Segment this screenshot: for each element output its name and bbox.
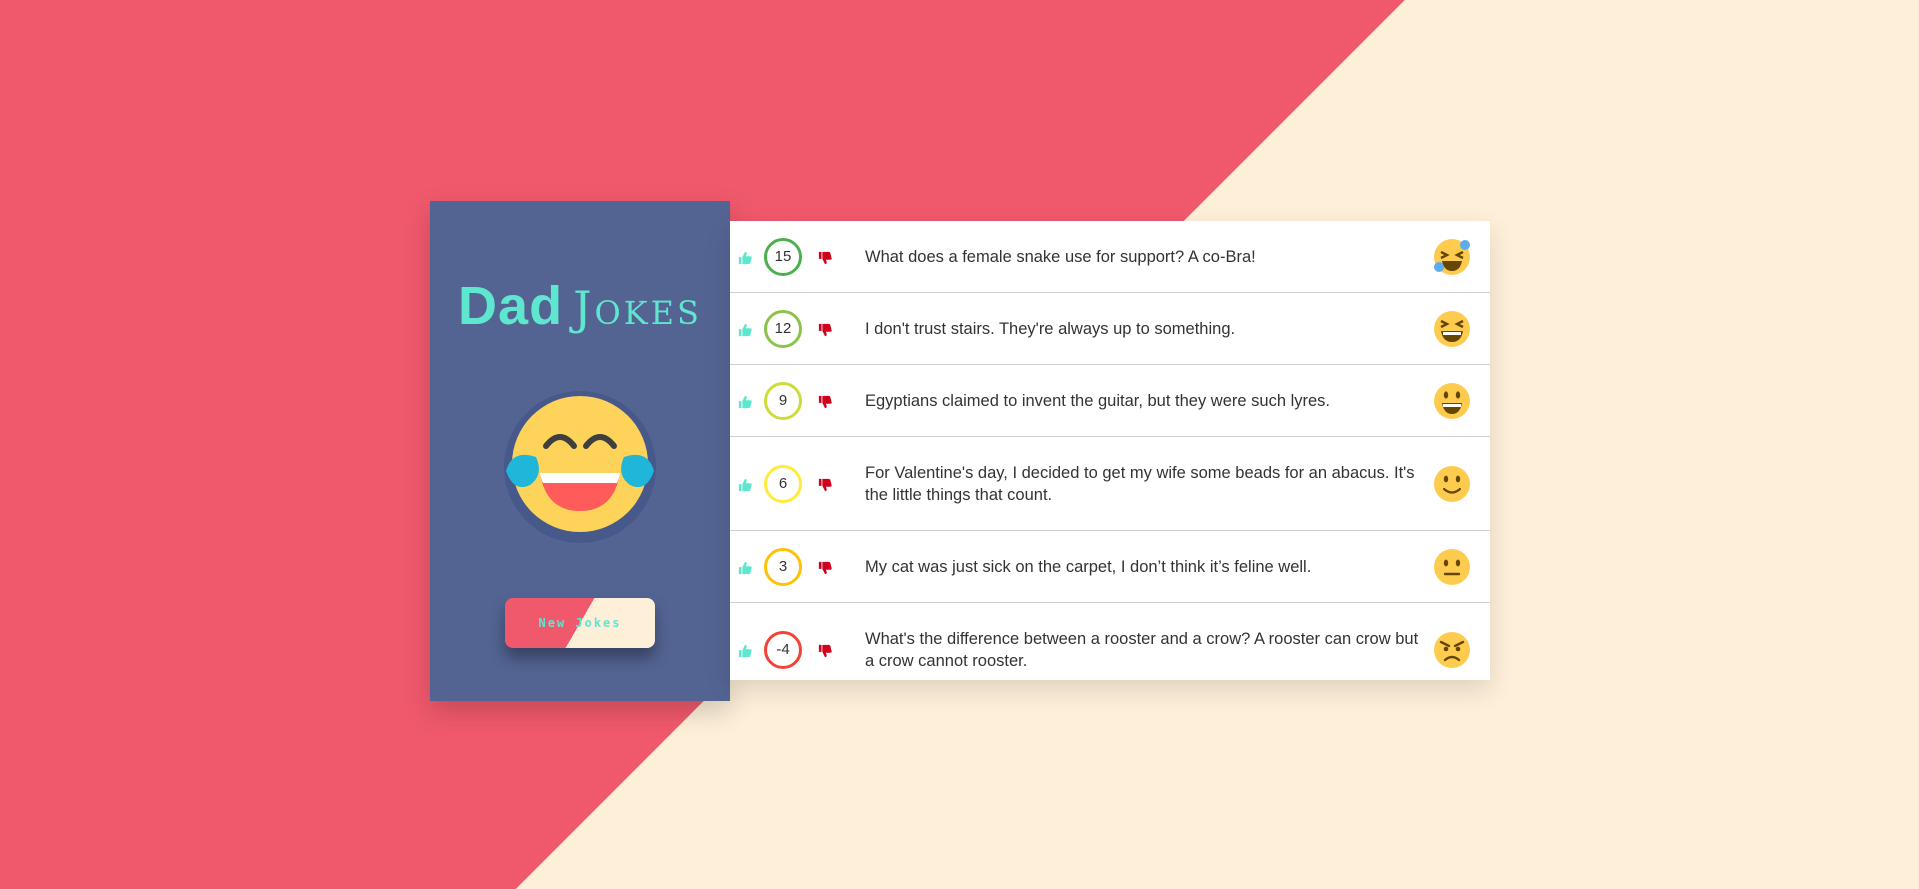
vote-controls: 3 (738, 531, 838, 602)
joke-score: 15 (764, 237, 802, 276)
jokes-list: 15 What does a female snake use for suppo… (730, 221, 1490, 680)
vote-controls: 6 (738, 437, 838, 530)
joke-score: 12 (764, 309, 802, 348)
joke-row: -4 What's the difference between a rooste… (730, 603, 1490, 696)
thumbs-down-icon[interactable] (818, 394, 832, 408)
app-title: Dad Jokes (430, 279, 730, 333)
thumbs-down-icon[interactable] (818, 477, 832, 491)
thumbs-up-icon[interactable] (738, 477, 752, 491)
smiley-icon (1434, 382, 1470, 419)
thumbs-up-icon[interactable] (738, 250, 752, 264)
dad-jokes-app: Dad Jokes New Jokes 15 What does a female … (430, 201, 1490, 701)
thumbs-down-icon[interactable] (818, 643, 832, 657)
thumbs-down-icon[interactable] (818, 250, 832, 264)
title-bold: Dad (458, 276, 564, 336)
joke-text: What's the difference between a rooster … (865, 629, 1419, 670)
joke-text: My cat was just sick on the carpet, I do… (865, 557, 1312, 576)
joke-text: Egyptians claimed to invent the guitar, … (865, 391, 1330, 410)
joke-text: I don't trust stairs. They're always up … (865, 319, 1236, 338)
thumbs-down-icon[interactable] (818, 322, 832, 336)
vote-controls: 9 (738, 365, 838, 436)
joke-row: 12 I don't trust stairs. They're always u… (730, 293, 1490, 365)
thumbs-up-icon[interactable] (738, 394, 752, 408)
vote-controls: -4 (738, 603, 838, 696)
thumbs-up-icon[interactable] (738, 643, 752, 657)
joke-row: 3 My cat was just sick on the carpet, I d… (730, 531, 1490, 603)
laughing-icon (1434, 310, 1470, 347)
new-jokes-button[interactable]: New Jokes (505, 598, 655, 648)
vote-controls: 15 (738, 221, 838, 292)
joke-row: 6 For Valentine's day, I decided to get m… (730, 437, 1490, 531)
sidebar: Dad Jokes New Jokes (430, 201, 730, 701)
vote-controls: 12 (738, 293, 838, 364)
joke-row: 15 What does a female snake use for suppo… (730, 221, 1490, 293)
joke-score: -4 (764, 630, 802, 669)
joke-score: 9 (764, 381, 802, 420)
thumbs-up-icon[interactable] (738, 322, 752, 336)
neutral-face-icon (1434, 548, 1470, 585)
slight-smile-icon (1434, 465, 1470, 502)
joke-row: 9 Egyptians claimed to invent the guitar,… (730, 365, 1490, 437)
rofl-icon (1434, 238, 1470, 275)
tears-of-joy-icon (504, 391, 656, 543)
joke-score: 6 (764, 464, 802, 503)
thumbs-down-icon[interactable] (818, 560, 832, 574)
joke-text: What does a female snake use for support… (865, 247, 1256, 266)
title-light: Jokes (573, 281, 702, 335)
joke-score: 3 (764, 547, 802, 586)
angry-face-icon (1434, 631, 1470, 668)
thumbs-up-icon[interactable] (738, 560, 752, 574)
joke-text: For Valentine's day, I decided to get my… (865, 463, 1415, 504)
